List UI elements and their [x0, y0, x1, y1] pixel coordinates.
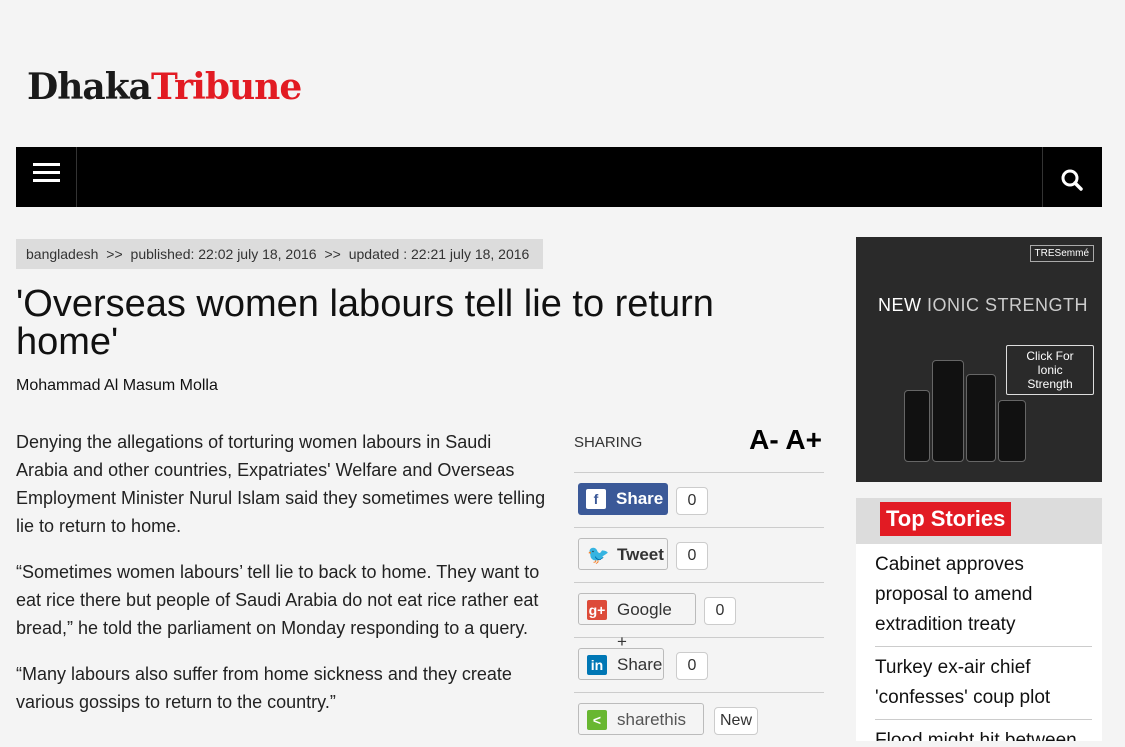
share-row-linkedin: in Share 0: [574, 638, 824, 693]
article-paragraph: “Many labours also suffer from home sick…: [16, 664, 512, 712]
top-story-link[interactable]: Cabinet approves proposal to amend extra…: [875, 544, 1092, 647]
linkedin-share-button[interactable]: in Share: [578, 648, 664, 680]
ad-headline-thin: IONIC STRENGTH: [927, 295, 1089, 315]
article-body: Denying the allegations of torturing wom…: [16, 428, 546, 734]
share-row-sharethis: < sharethis New: [574, 693, 824, 747]
ad-product-image: [998, 400, 1026, 462]
breadcrumb-separator: >>: [324, 246, 341, 262]
search-icon[interactable]: [1042, 147, 1102, 207]
article-paragraph: “Sometimes women labours’ tell lie to ba…: [16, 562, 540, 638]
linkedin-share-label: Share: [617, 655, 663, 674]
top-navbar: [16, 147, 1102, 207]
top-story-link[interactable]: Turkey ex-air chief 'confesses' coup plo…: [875, 647, 1092, 720]
article-author[interactable]: Mohammad Al Masum Molla: [16, 377, 218, 395]
breadcrumb: bangladesh >> published: 22:02 july 18, …: [16, 239, 544, 269]
article-title: 'Overseas women labours tell lie to retu…: [16, 283, 714, 363]
tweet-button[interactable]: 🐦 Tweet: [578, 538, 668, 570]
sharethis-icon: <: [587, 710, 607, 730]
ad-brand-logo: TRESemmé: [1029, 245, 1094, 262]
share-row-facebook: f Share 0: [574, 473, 824, 528]
font-size-controls[interactable]: A- A+: [749, 424, 822, 456]
breadcrumb-separator: >>: [106, 246, 123, 262]
tweet-count: 0: [676, 542, 708, 570]
sharethis-label: sharethis: [617, 710, 686, 729]
article-paragraph: Denying the allegations of torturing wom…: [16, 432, 546, 536]
site-logo[interactable]: DhakaTribune: [27, 66, 302, 108]
sharethis-count: New: [714, 707, 759, 735]
share-row-google: g+ Google + 0: [574, 583, 824, 651]
google-plus-count: 0: [704, 597, 736, 625]
ad-headline-bold: NEW: [878, 295, 922, 315]
logo-dhaka: Dhaka: [27, 66, 152, 108]
breadcrumb-section-link[interactable]: bangladesh: [26, 246, 98, 262]
sharethis-button[interactable]: < sharethis: [578, 703, 704, 735]
top-stories-heading: Top Stories: [880, 502, 1012, 536]
sharing-label: SHARING: [574, 434, 643, 451]
logo-tribune: Tribune: [151, 66, 302, 108]
linkedin-icon: in: [587, 655, 607, 675]
facebook-share-count: 0: [676, 487, 708, 515]
share-row-twitter: 🐦 Tweet 0: [574, 528, 824, 583]
top-story-link[interactable]: Flood might hit between: [875, 720, 1092, 741]
ad-headline: NEW IONIC STRENGTH: [878, 295, 1088, 316]
updated-date: updated : 22:21 july 18, 2016: [348, 246, 530, 262]
advertisement-banner[interactable]: TRESemmé NEW IONIC STRENGTH Click For Io…: [856, 237, 1102, 482]
tweet-label: Tweet: [617, 545, 664, 564]
ad-cta-button[interactable]: Click For Ionic Strength: [1006, 345, 1094, 395]
ad-product-image: [904, 390, 930, 462]
top-stories-panel: Top Stories Cabinet approves proposal to…: [856, 498, 1102, 741]
hamburger-menu-icon[interactable]: [16, 147, 77, 207]
ad-product-image: [966, 374, 996, 462]
facebook-icon: f: [586, 489, 606, 509]
facebook-share-label: Share: [616, 489, 664, 508]
published-date: published: 22:02 july 18, 2016: [130, 246, 317, 262]
google-plus-icon: g+: [587, 600, 607, 620]
linkedin-share-count: 0: [676, 652, 708, 680]
facebook-share-button[interactable]: f Share: [578, 483, 668, 515]
sharing-panel: SHARING A- A+ f Share 0 🐦 Tweet 0 g+ Google…: [574, 420, 824, 747]
ad-product-image: [932, 360, 964, 462]
google-plus-button[interactable]: g+ Google +: [578, 593, 696, 651]
twitter-icon: 🐦: [587, 545, 610, 565]
